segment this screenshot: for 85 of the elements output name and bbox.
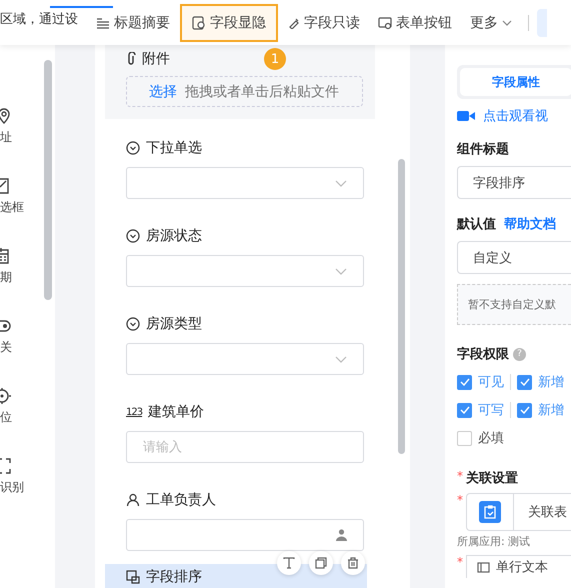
- toolbar-button[interactable]: 字段只读: [280, 6, 368, 40]
- title-icon: [96, 16, 110, 30]
- toolbar-button[interactable]: 标题摘要: [88, 6, 178, 40]
- toolbar-button[interactable]: 表单按钮: [370, 6, 460, 40]
- field-label: 工单负责人: [146, 491, 216, 509]
- field-label: 字段排序: [146, 568, 202, 586]
- section-label: 组件标题: [457, 141, 510, 158]
- form-button-icon: [378, 16, 392, 30]
- sidebar-label[interactable]: 关: [0, 339, 12, 356]
- help-link[interactable]: 帮助文档: [504, 215, 556, 233]
- checkbox[interactable]: [457, 402, 472, 418]
- default-value-select[interactable]: 自定义: [457, 241, 571, 274]
- person-icon: [336, 529, 347, 541]
- video-link[interactable]: 点击观看视: [483, 107, 548, 125]
- hint-text: 区域，通过设: [0, 10, 79, 28]
- sidebar-label[interactable]: 期: [0, 269, 12, 286]
- dropdown-circle-icon: [126, 229, 140, 243]
- checkbox[interactable]: [517, 402, 532, 418]
- dropdown-circle-icon: [126, 317, 140, 331]
- delete-icon: [347, 557, 359, 569]
- chevron-down-icon: [335, 268, 347, 274]
- copy-icon: [315, 557, 327, 569]
- button-edge[interactable]: [537, 8, 547, 36]
- scan-icon: [0, 457, 13, 475]
- section-label: 默认值: [457, 216, 496, 233]
- dropdown-circle-icon: [126, 141, 140, 155]
- locate-icon: [0, 387, 13, 405]
- field-visibility-icon: [192, 16, 206, 30]
- required-mark: *: [457, 493, 463, 507]
- scrollbar[interactable]: [44, 60, 52, 300]
- dropdown-field[interactable]: [126, 343, 364, 375]
- sidebar-label[interactable]: 位: [0, 409, 12, 426]
- section-label: 字段权限: [457, 346, 509, 363]
- field-label: 建筑单价: [148, 403, 204, 421]
- checkbox[interactable]: [457, 430, 472, 446]
- video-camera-icon: [457, 110, 475, 122]
- check-icon: [460, 378, 470, 386]
- selected-field-card[interactable]: 字段排序: [105, 564, 367, 588]
- section-label: 关联设置: [466, 470, 518, 487]
- upload-area[interactable]: 选择 拖拽或者单击后粘贴文件: [126, 76, 363, 107]
- toolbar-button[interactable]: 字段显隐: [180, 4, 278, 42]
- app-caption: 所属应用: 测试: [457, 534, 532, 549]
- paperclip-icon: [126, 52, 136, 66]
- user-picker-field[interactable]: [126, 519, 364, 551]
- field-select[interactable]: 单行文本: [466, 555, 571, 578]
- sidebar-label[interactable]: 选框: [0, 199, 24, 216]
- checkbox[interactable]: [517, 374, 532, 390]
- sidebar-label[interactable]: 址: [0, 129, 12, 146]
- field-label: 下拉单选: [146, 139, 202, 157]
- dropdown-field[interactable]: [126, 255, 364, 287]
- input-field[interactable]: 请输入: [126, 431, 364, 463]
- relation-value: 关联表: [513, 494, 567, 530]
- person-icon: [126, 493, 140, 507]
- dropdown-field[interactable]: [126, 167, 364, 199]
- relation-select[interactable]: 关联表: [466, 493, 571, 531]
- scrollbar[interactable]: [398, 159, 405, 454]
- text-style-button[interactable]: [277, 551, 301, 575]
- chevron-down-icon: [335, 356, 347, 362]
- select-link[interactable]: 选择: [149, 82, 177, 100]
- upload-hint: 拖拽或者单击后粘贴文件: [185, 82, 339, 100]
- checkbox-label[interactable]: 必填: [478, 429, 504, 447]
- check-icon: [520, 378, 530, 386]
- text-field-icon: [477, 562, 490, 572]
- copy-button[interactable]: [309, 551, 333, 575]
- clipboard-icon: [479, 501, 501, 523]
- text-icon: [283, 557, 295, 569]
- pen-icon: [288, 16, 300, 28]
- required-mark: *: [457, 469, 463, 483]
- chevron-down-icon: [335, 180, 347, 186]
- chevron-down-icon: [502, 20, 512, 26]
- field-label: 房源状态: [146, 227, 202, 245]
- field-label: 房源类型: [146, 315, 202, 333]
- delete-button[interactable]: [341, 551, 365, 575]
- title-input[interactable]: 字段排序: [457, 166, 571, 199]
- field-properties-tab[interactable]: 字段属性: [460, 68, 571, 96]
- sort-field-icon: [126, 570, 140, 584]
- checkbox[interactable]: [457, 374, 472, 390]
- check-icon: [460, 406, 470, 414]
- check-icon: [520, 406, 530, 414]
- default-note: 暂不支持自定义默: [457, 284, 571, 325]
- number-icon: 123: [126, 406, 142, 418]
- field-label: 附件: [142, 50, 170, 68]
- required-mark: *: [457, 555, 463, 569]
- more-menu[interactable]: 更多: [462, 6, 520, 40]
- sidebar-label[interactable]: 识别: [0, 479, 24, 496]
